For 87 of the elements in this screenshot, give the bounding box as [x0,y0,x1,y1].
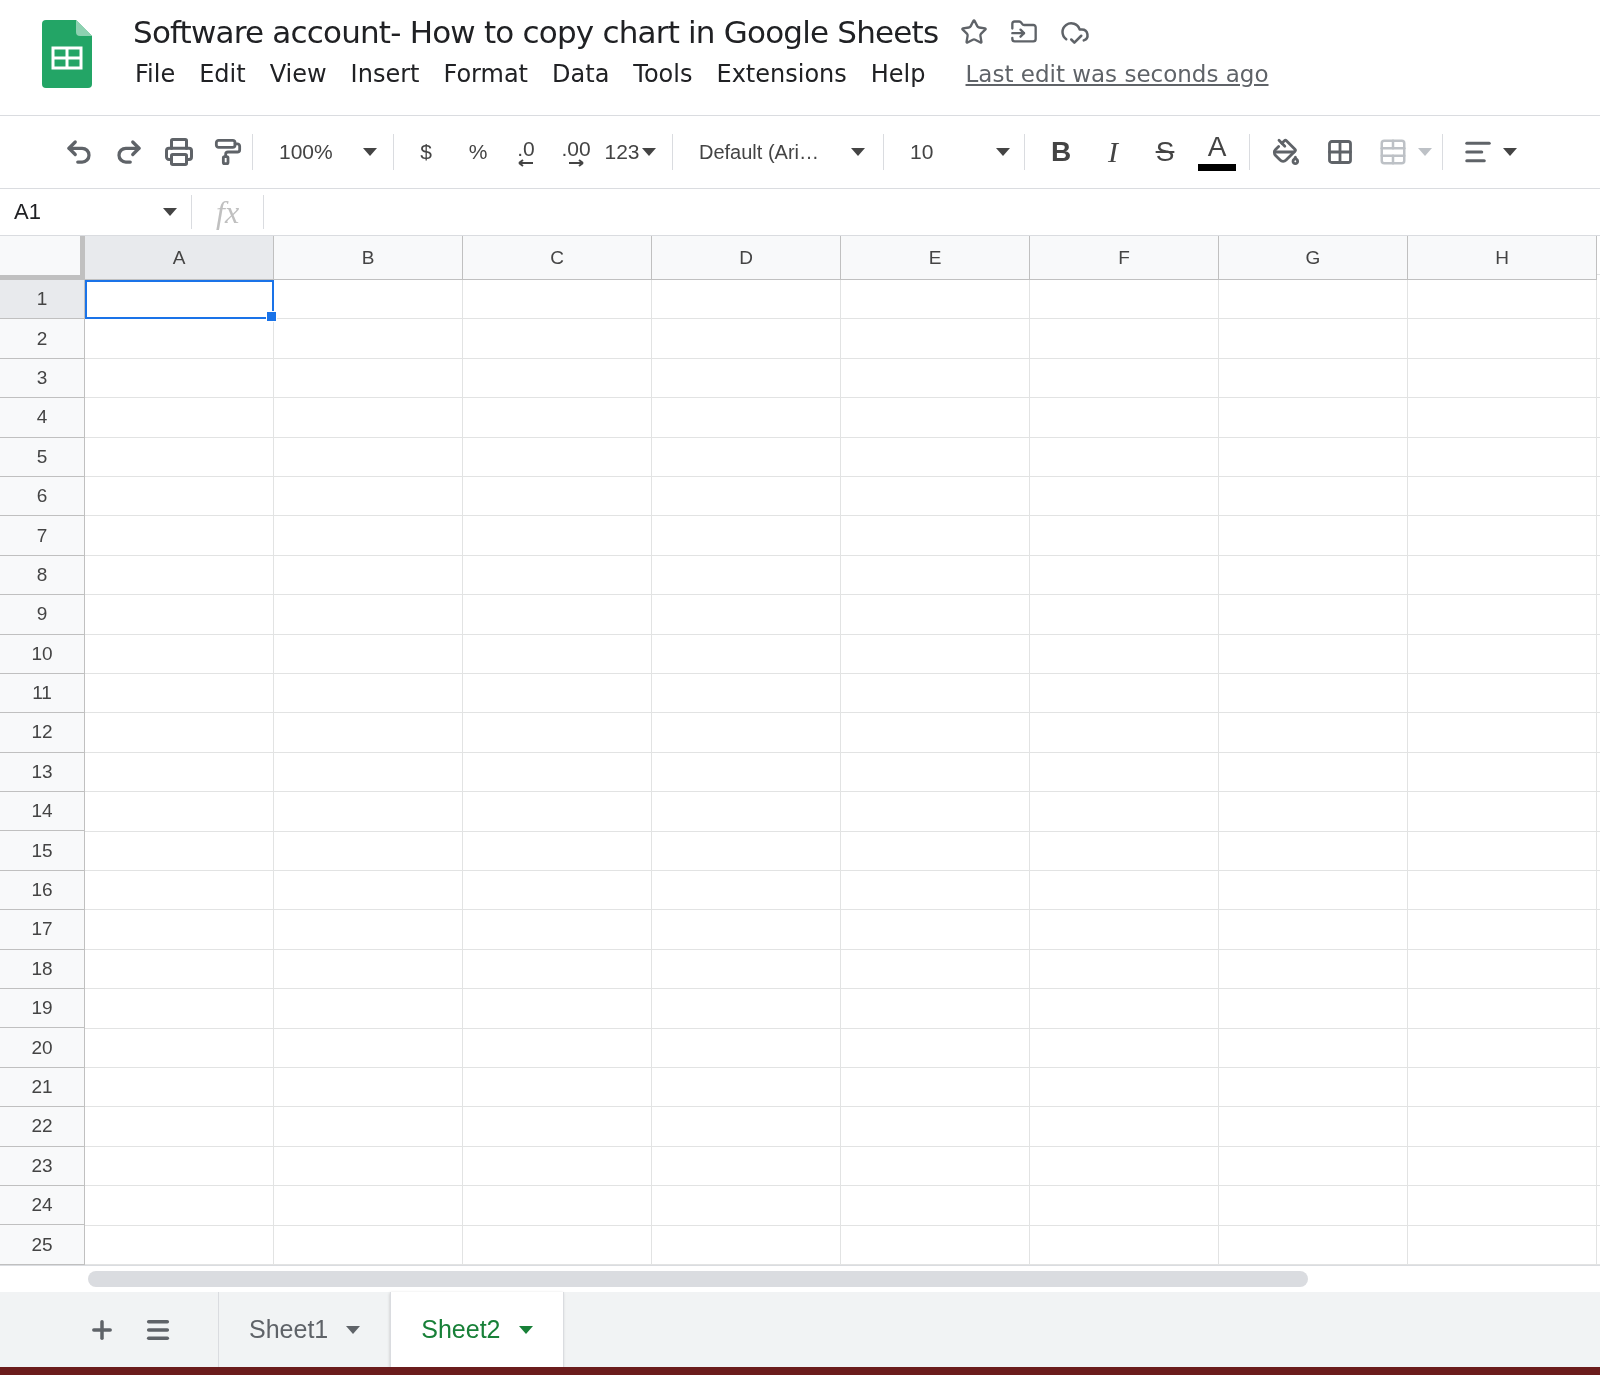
menu-item[interactable]: Extensions [706,60,861,88]
font-size-value: 10 [910,140,934,164]
row-header[interactable]: 4 [0,398,85,438]
row-header[interactable]: 15 [0,831,85,871]
row-header[interactable]: 18 [0,949,85,990]
strikethrough-button[interactable]: S [1143,132,1187,172]
menu-item[interactable]: Insert [340,60,434,88]
paint-format-icon[interactable] [214,138,242,166]
row-header[interactable]: 9 [0,595,85,635]
merge-cells-icon [1378,137,1408,167]
row-header[interactable]: 5 [0,437,85,477]
right-arrow-icon [568,158,584,167]
caret-icon [1503,148,1517,156]
row-header[interactable]: 7 [0,516,85,556]
font-size-dropdown[interactable]: 10 [894,132,1014,172]
currency-button[interactable]: $ [404,132,448,172]
undo-icon[interactable] [64,137,94,167]
star-icon[interactable] [960,18,989,46]
column-header[interactable]: G [1219,236,1408,280]
caret-icon [346,1325,361,1334]
row-header[interactable]: 22 [0,1107,85,1147]
sheets-logo[interactable] [42,20,92,88]
decrease-decimals-button[interactable]: .0 [504,132,548,172]
menu-item[interactable]: File [125,60,190,88]
caret-icon [1418,148,1432,156]
document-title[interactable]: Software account- How to copy chart in Google Sheets [133,14,939,50]
text-color-button[interactable]: A [1195,132,1239,172]
column-header[interactable]: B [274,236,463,280]
fill-color-icon[interactable] [1272,138,1300,166]
horizontal-scrollbar[interactable] [88,1271,1308,1287]
font-name: Default (Ari… [699,140,820,164]
caret-icon [851,148,865,156]
left-arrow-icon [518,158,534,167]
menu-item[interactable]: Help [860,60,940,88]
caret-icon [518,1325,533,1334]
menu-item[interactable]: Edit [189,60,260,88]
menu-item[interactable]: Format [433,60,543,88]
formula-label: fx [192,195,265,229]
name-box[interactable]: A1 [0,195,192,229]
selected-cell[interactable] [85,280,274,320]
row-header[interactable]: 13 [0,752,85,793]
fill-handle[interactable] [266,311,277,323]
sheet-tab[interactable]: Sheet2 [390,1292,563,1367]
caret-icon [363,148,377,156]
italic-button[interactable]: I [1091,132,1135,172]
bold-button[interactable]: B [1039,132,1083,172]
percent-button[interactable]: % [456,132,500,172]
row-header[interactable]: 14 [0,792,85,832]
row-header[interactable]: 12 [0,713,85,753]
row-header[interactable]: 19 [0,989,85,1029]
menu-item[interactable]: View [259,60,341,88]
column-header[interactable]: C [463,236,652,280]
caret-icon [163,208,177,216]
row-header[interactable]: 11 [0,673,85,714]
column-header[interactable]: F [1030,236,1219,280]
row-header[interactable]: 8 [0,555,85,596]
redo-icon[interactable] [114,137,144,167]
borders-icon[interactable] [1326,138,1354,166]
row-header[interactable]: 17 [0,910,85,950]
row-header[interactable]: 21 [0,1067,85,1108]
row-header[interactable]: 2 [0,319,85,359]
menu-item[interactable]: Data [542,60,624,88]
increase-decimals-button[interactable]: .00 [554,132,598,172]
row-header[interactable]: 10 [0,634,85,674]
row-header[interactable]: 6 [0,476,85,517]
row-header[interactable]: 24 [0,1186,85,1226]
print-icon[interactable] [164,137,194,167]
last-edit-link[interactable]: Last edit was seconds ago [965,61,1269,87]
caret-icon [996,148,1010,156]
move-folder-icon[interactable] [1010,18,1039,46]
row-header[interactable]: 20 [0,1028,85,1068]
zoom-value: 100% [279,140,333,164]
column-header[interactable]: D [652,236,841,280]
row-header[interactable]: 23 [0,1146,85,1186]
row-header[interactable]: 16 [0,870,85,911]
number-format-dropdown[interactable]: 123 [598,132,662,172]
font-dropdown[interactable]: Default (Ari… [683,132,873,172]
caret-icon [641,148,656,156]
row-header[interactable]: 1 [0,280,85,320]
menu-item[interactable]: Tools [623,60,707,88]
column-header[interactable]: E [841,236,1030,280]
name-box-value: A1 [14,199,41,225]
column-header[interactable]: H [1408,236,1597,280]
row-header[interactable]: 3 [0,358,85,399]
row-header[interactable]: 25 [0,1225,85,1265]
column-header[interactable]: A [85,236,274,280]
zoom-dropdown[interactable]: 100% [263,132,383,172]
